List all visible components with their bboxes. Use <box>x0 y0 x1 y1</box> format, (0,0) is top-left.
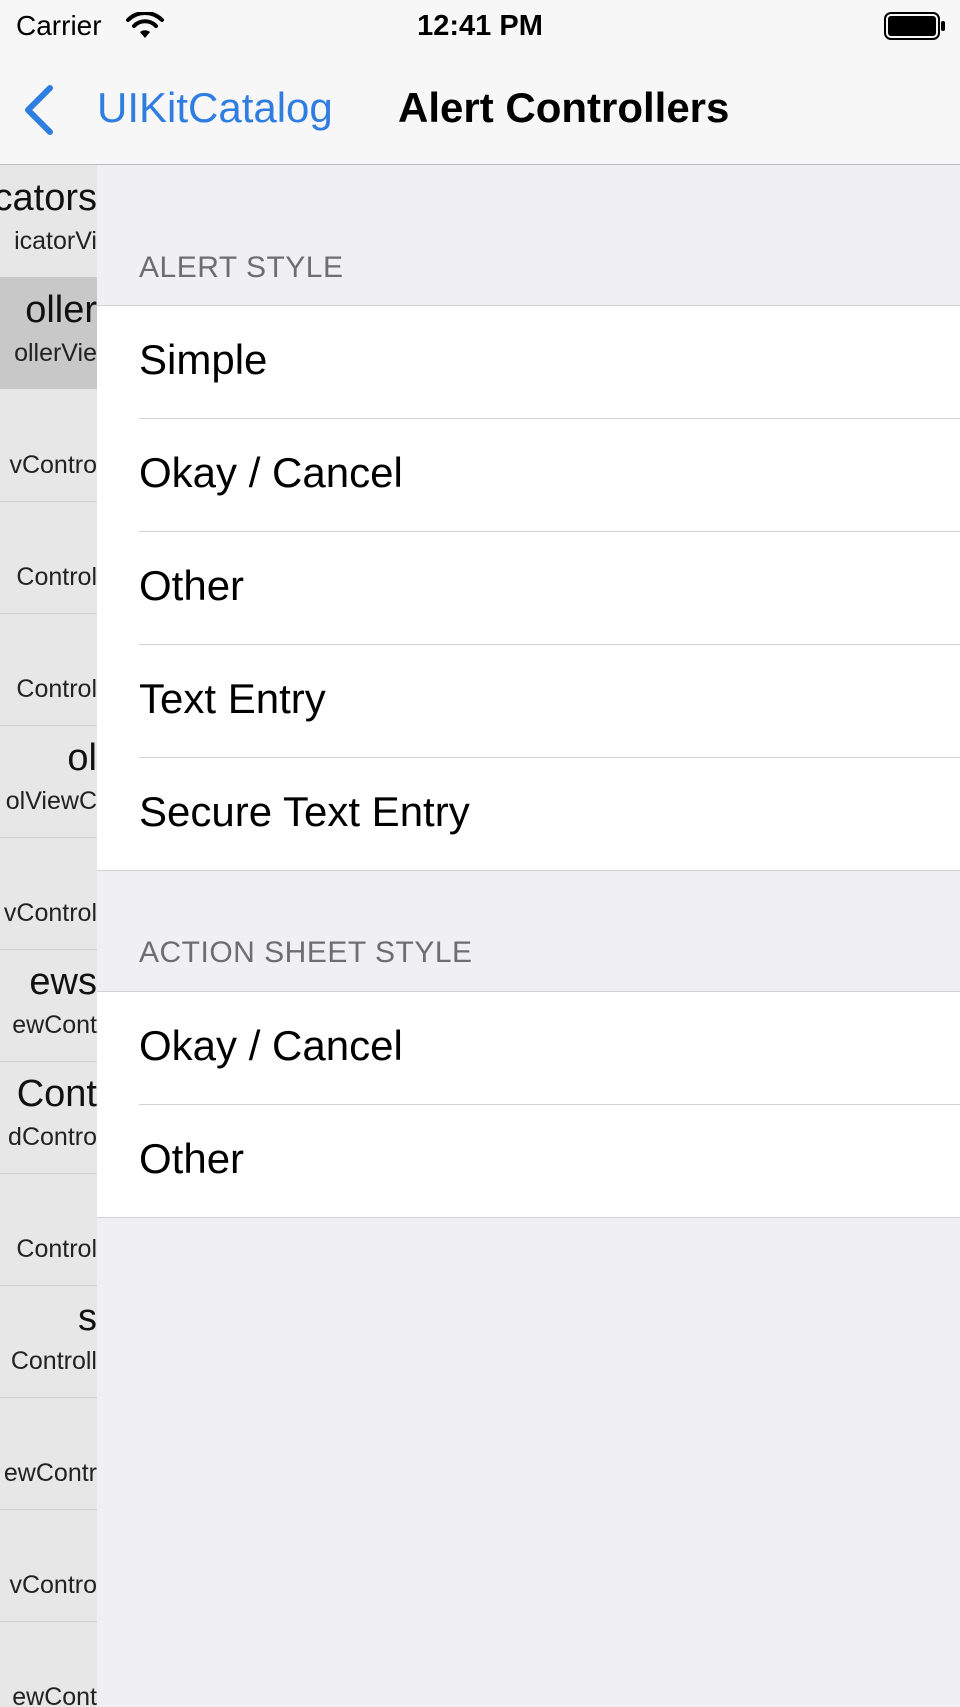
cell-label: Text Entry <box>139 675 326 722</box>
master-item-subtitle: dContro <box>8 1123 97 1151</box>
master-item-subtitle: Control <box>16 1235 97 1263</box>
master-item-subtitle: Control <box>16 675 97 703</box>
cell-label: Okay / Cancel <box>139 1022 403 1069</box>
master-item-subtitle: vContro <box>9 451 97 479</box>
section-header-action-sheet-style: ACTION SHEET STYLE <box>139 936 473 969</box>
master-item-title: s <box>78 1297 97 1339</box>
master-list-item[interactable]: vContro <box>0 389 97 502</box>
cell-okay-cancel[interactable]: Okay / Cancel <box>139 418 960 531</box>
page-title: Alert Controllers <box>398 84 730 131</box>
cell-label: Other <box>139 562 245 609</box>
master-list-item[interactable]: s Controll <box>0 1285 97 1398</box>
cell-simple[interactable]: Simple <box>97 306 960 418</box>
master-item-subtitle: ewContr <box>3 1459 97 1487</box>
master-item-subtitle: ewCont <box>12 1683 97 1707</box>
master-item-title: ews <box>29 961 97 1003</box>
master-item-title: cators <box>0 177 97 219</box>
master-list-item[interactable]: ol olViewC <box>0 725 97 838</box>
master-item-title: ol <box>67 737 97 779</box>
battery-icon <box>884 12 945 40</box>
master-list-item[interactable]: Control <box>0 1173 97 1286</box>
cell-text-entry[interactable]: Text Entry <box>139 644 960 757</box>
master-item-subtitle: vControl <box>3 899 97 927</box>
cell-action-other[interactable]: Other <box>139 1104 960 1217</box>
master-item-subtitle: ollerVie <box>14 339 97 367</box>
detail-panel: ALERT STYLE Simple Okay / Cancel Other T… <box>97 165 960 1707</box>
cell-label: Secure Text Entry <box>139 788 470 835</box>
master-list-item[interactable]: Control <box>0 501 97 614</box>
master-list: cators icatorVi oller ollerVie vContro C… <box>0 165 97 1707</box>
master-list-item[interactable]: ews ewCont <box>0 949 97 1062</box>
master-item-subtitle: icatorVi <box>14 227 97 255</box>
master-item-title: Cont <box>16 1073 97 1115</box>
section-header-alert-style: ALERT STYLE <box>139 251 344 284</box>
master-list-item[interactable]: ewCont <box>0 1621 97 1707</box>
master-item-title: oller <box>25 289 97 331</box>
master-list-item[interactable]: vControl <box>0 837 97 950</box>
master-list-item[interactable]: cators icatorVi <box>0 165 97 278</box>
chevron-left-icon[interactable] <box>20 84 56 136</box>
cell-other[interactable]: Other <box>139 531 960 644</box>
master-item-subtitle: Control <box>16 563 97 591</box>
master-item-subtitle: olViewC <box>5 787 97 815</box>
master-list-item[interactable]: Cont dContro <box>0 1061 97 1174</box>
alert-style-group: Simple Okay / Cancel Other Text Entry Se… <box>97 305 960 871</box>
status-time: 12:41 PM <box>417 10 543 42</box>
back-button[interactable]: UIKitCatalog <box>97 84 333 132</box>
cell-label: Other <box>139 1135 245 1182</box>
action-sheet-style-group: Okay / Cancel Other <box>97 991 960 1218</box>
cell-secure-text-entry[interactable]: Secure Text Entry <box>139 757 960 870</box>
status-bar: Carrier 12:41 PM <box>0 0 960 54</box>
master-list-item[interactable]: vContro <box>0 1509 97 1622</box>
master-list-item[interactable]: ewContr <box>0 1397 97 1510</box>
cell-label: Okay / Cancel <box>139 449 403 496</box>
navigation-bar: UIKitCatalog Alert Controllers <box>0 54 960 165</box>
master-item-subtitle: vContro <box>9 1571 97 1599</box>
cell-action-okay-cancel[interactable]: Okay / Cancel <box>97 992 960 1104</box>
master-item-subtitle: ewCont <box>12 1011 97 1039</box>
master-list-item-selected[interactable]: oller ollerVie <box>0 277 97 389</box>
master-list-item[interactable]: Control <box>0 613 97 726</box>
cell-label: Simple <box>139 336 268 383</box>
master-item-subtitle: Controll <box>10 1347 97 1375</box>
